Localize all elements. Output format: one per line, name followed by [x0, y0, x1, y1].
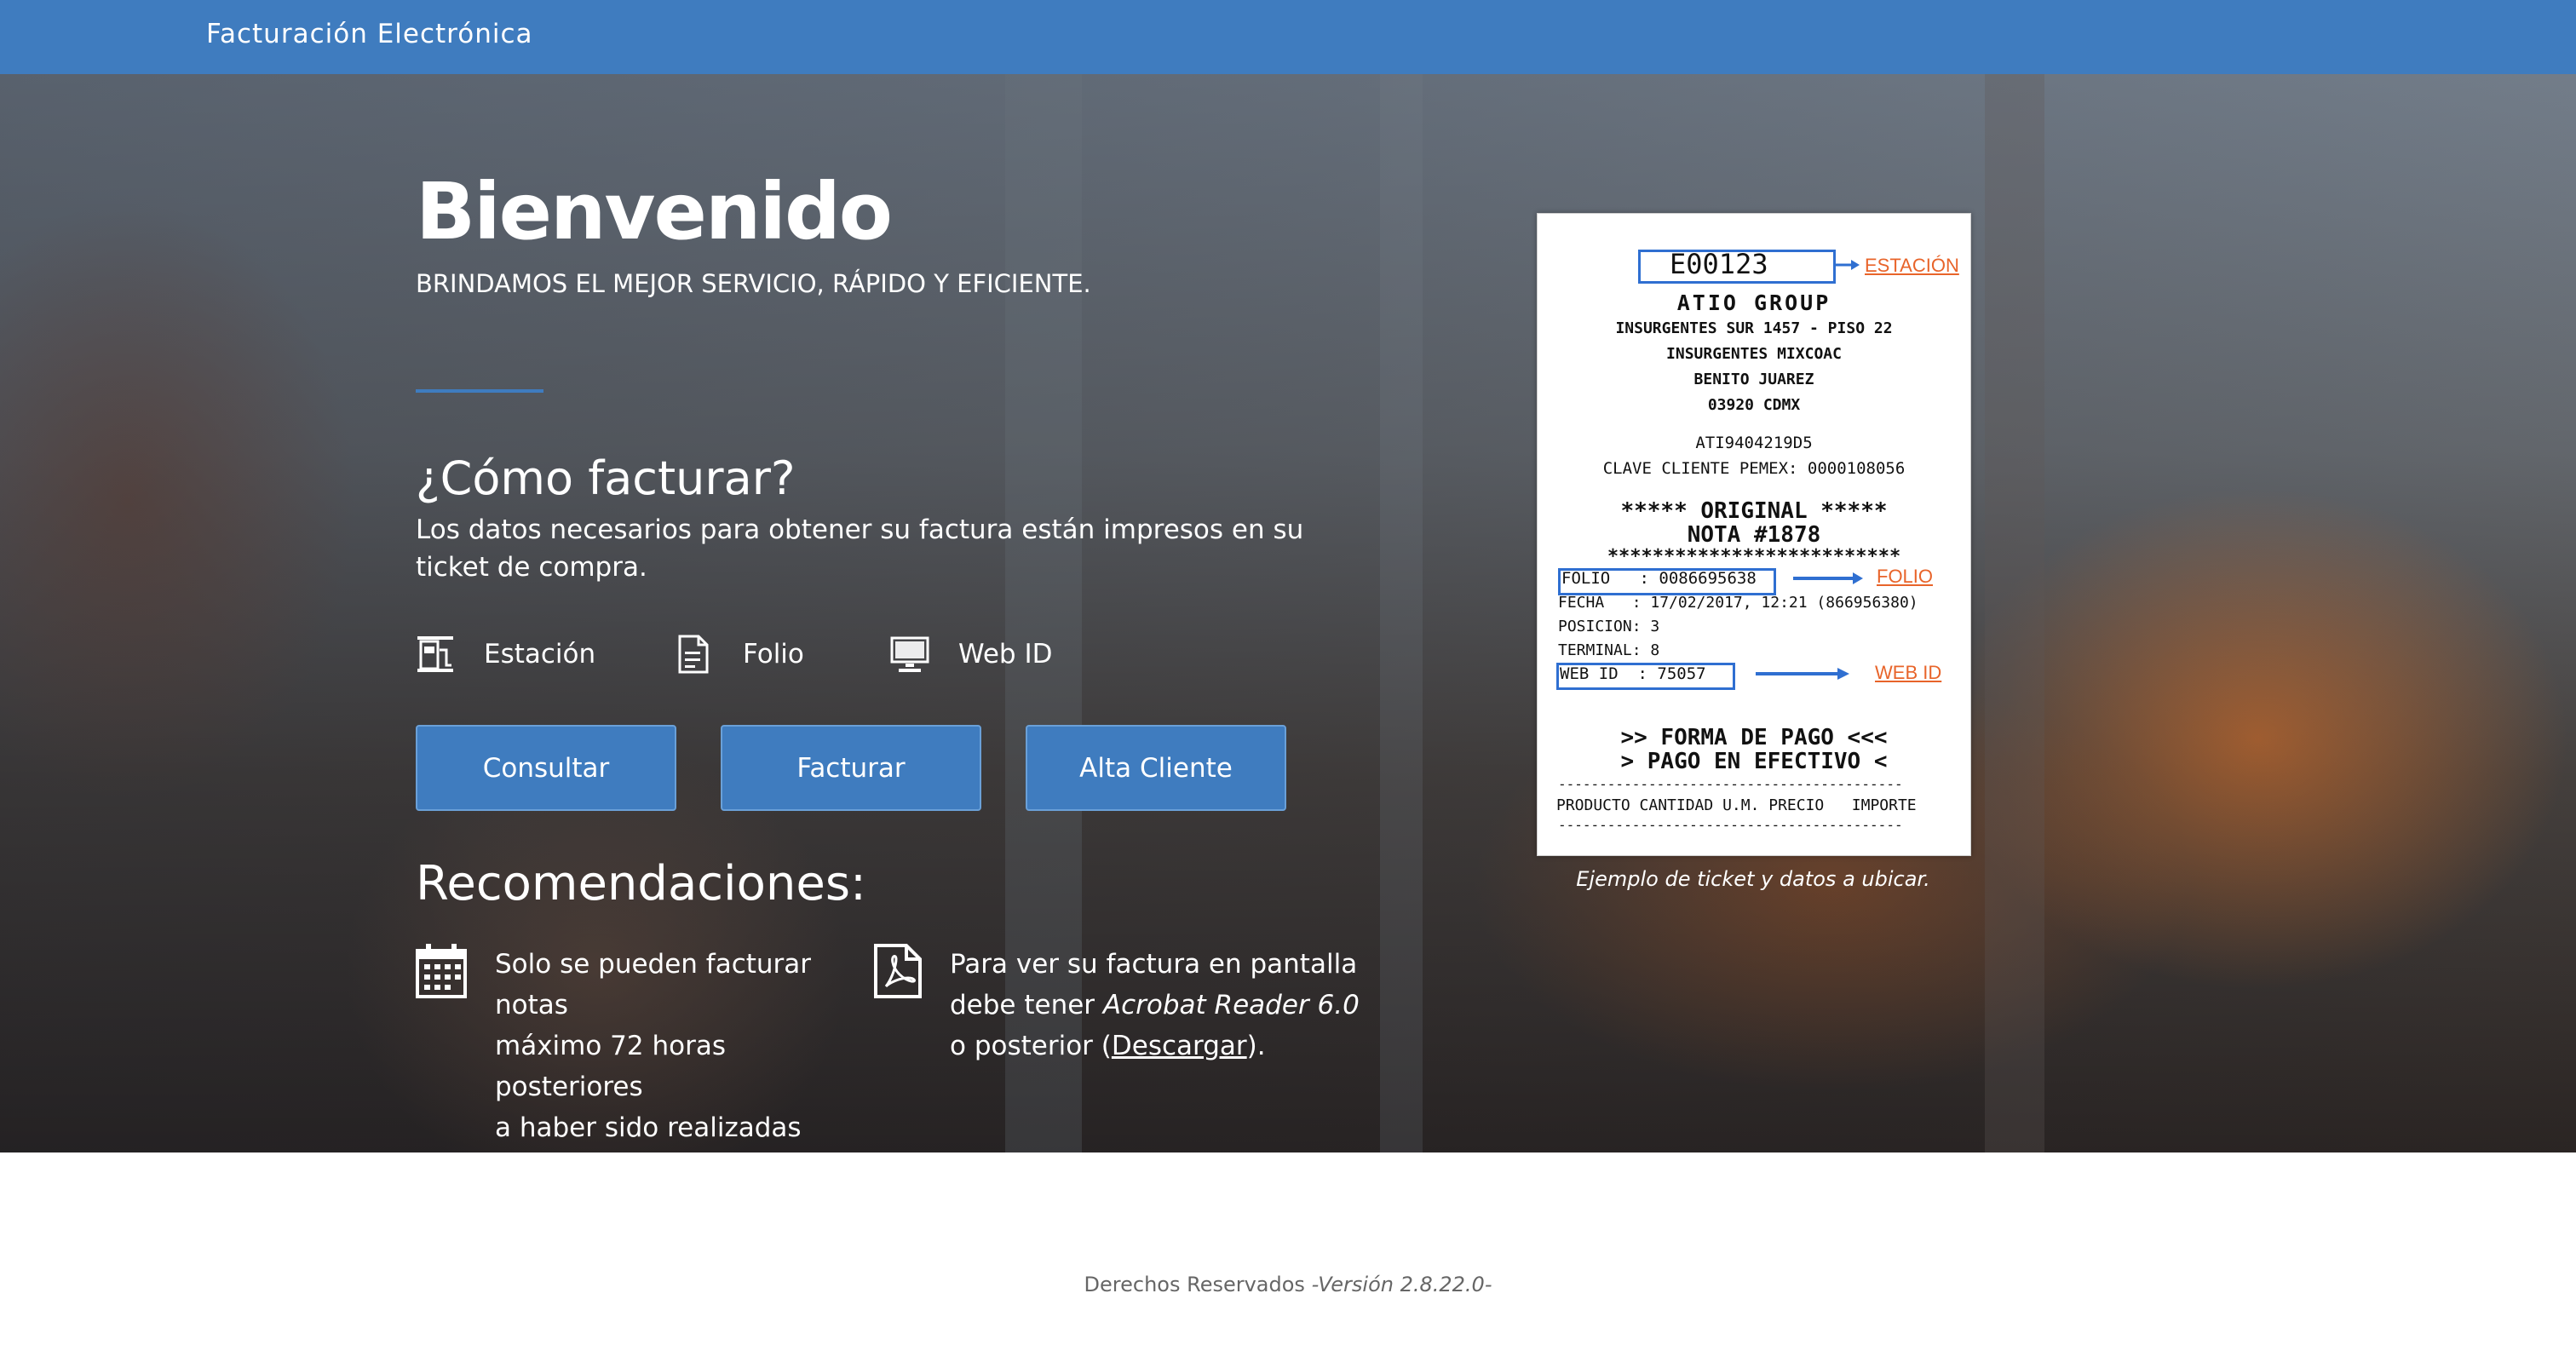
recommendation-acrobat-text: Para ver su factura en pantalla debe ten… — [950, 944, 1360, 1066]
ticket-pago-efectivo: > PAGO EN EFECTIVO < — [1620, 749, 1888, 774]
ticket-address: INSURGENTES MIXCOAC — [1666, 345, 1842, 363]
field-webid-label: Web ID — [958, 639, 1053, 670]
ticket-dashes: ----------------------------------------… — [1558, 817, 1903, 833]
section-divider — [416, 389, 543, 393]
ticket-stars: ************************** — [1607, 546, 1901, 567]
ticket-terminal-line: TERMINAL: 8 — [1558, 641, 1660, 659]
ticket-rfc: ATI9404219D5 — [1695, 434, 1813, 452]
page-title: Bienvenido — [416, 166, 893, 257]
field-estacion-label: Estación — [484, 639, 596, 670]
ticket-address: BENITO JUAREZ — [1693, 371, 1814, 388]
ticket-nota: NOTA #1878 — [1687, 522, 1821, 548]
field-folio-label: Folio — [743, 639, 804, 670]
ticket-address: INSURGENTES SUR 1457 - PISO 22 — [1615, 319, 1893, 337]
calendar-icon — [416, 944, 467, 1010]
station-label: ESTACIÓN — [1865, 255, 1959, 276]
recommendations-heading: Recomendaciones: — [416, 856, 866, 911]
rec2-line: o posterior (Descargar). — [950, 1026, 1360, 1066]
folio-label: FOLIO — [1877, 566, 1934, 587]
rec2-line: Para ver su factura en pantalla — [950, 949, 1358, 980]
rec1-line: máximo 72 horas posteriores — [495, 1031, 726, 1102]
how-to-invoice-heading: ¿Cómo facturar? — [416, 451, 796, 505]
ticket-clave: CLAVE CLIENTE PEMEX: 0000108056 — [1602, 459, 1906, 478]
consultar-button[interactable]: Consultar — [416, 725, 676, 811]
ticket-fecha-line: FECHA : 17/02/2017, 12:21 (866956380) — [1558, 594, 1918, 612]
page-subtitle: BRINDAMOS EL MEJOR SERVICIO, RÁPIDO Y EF… — [416, 269, 1091, 298]
ticket-forma-pago: >> FORMA DE PAGO <<< — [1620, 725, 1888, 750]
gas-station-icon — [416, 635, 455, 674]
field-folio: Folio — [675, 635, 804, 674]
ticket-posicion-line: POSICION: 3 — [1558, 618, 1660, 635]
ticket-folio-line: FOLIO : 0086695638 — [1561, 569, 1757, 588]
rec2-text: o posterior ( — [950, 1031, 1112, 1061]
ticket-columns: PRODUCTO CANTIDAD U.M. PRECIO IMPORTE — [1556, 796, 1917, 814]
recommendation-time-text: Solo se pueden facturar notas máximo 72 … — [495, 944, 859, 1148]
ticket-station-code: E00123 — [1670, 248, 1768, 280]
footer-rights: Derechos Reservados — [1084, 1273, 1312, 1296]
rec2-text: debe tener — [950, 990, 1103, 1020]
brand-title[interactable]: Facturación Electrónica — [206, 19, 533, 49]
footer: Derechos Reservados -Versión 2.8.22.0- — [0, 1273, 2576, 1296]
ticket-original: ***** ORIGINAL ***** — [1620, 498, 1888, 524]
ticket-caption: Ejemplo de ticket y datos a ubicar. — [1576, 867, 1930, 891]
document-icon — [675, 635, 714, 674]
how-to-invoice-description: Los datos necesarios para obtener su fac… — [416, 514, 1304, 583]
arrow-icon — [1793, 572, 1863, 584]
webid-label: WEB ID — [1875, 662, 1942, 683]
recommendation-acrobat: Para ver su factura en pantalla debe ten… — [872, 944, 1400, 1072]
rec2-line: debe tener Acrobat Reader 6.0 — [950, 985, 1360, 1026]
download-link[interactable]: Descargar — [1112, 1031, 1247, 1061]
rec2-text: ). — [1246, 1031, 1266, 1061]
rec1-line: Solo se pueden facturar notas — [495, 949, 812, 1020]
alta-cliente-button[interactable]: Alta Cliente — [1026, 725, 1286, 811]
facturar-button[interactable]: Facturar — [721, 725, 981, 811]
ticket-company: ATIO GROUP — [1676, 290, 1831, 315]
rec1-line: a haber sido realizadas — [495, 1112, 802, 1143]
recommendation-time-limit: Solo se pueden facturar notas máximo 72 … — [416, 944, 859, 1143]
top-navbar: Facturación Electrónica — [0, 0, 2576, 74]
ticket-dashes: ----------------------------------------… — [1558, 776, 1903, 792]
pdf-icon — [872, 944, 923, 1010]
acrobat-reader-name: Acrobat Reader 6.0 — [1102, 990, 1360, 1020]
field-estacion: Estación — [416, 635, 595, 674]
arrow-icon — [1756, 668, 1849, 680]
monitor-icon — [890, 635, 929, 674]
arrow-icon — [1834, 260, 1860, 270]
footer-version: -Versión 2.8.22.0- — [1311, 1273, 1492, 1296]
ticket-webid-line: WEB ID : 75057 — [1560, 664, 1706, 683]
field-webid: Web ID — [890, 635, 1052, 674]
ticket-example-image: E00123 ESTACIÓN ATIO GROUP INSURGENTES S… — [1537, 213, 1971, 856]
ticket-address: 03920 CDMX — [1707, 396, 1801, 414]
